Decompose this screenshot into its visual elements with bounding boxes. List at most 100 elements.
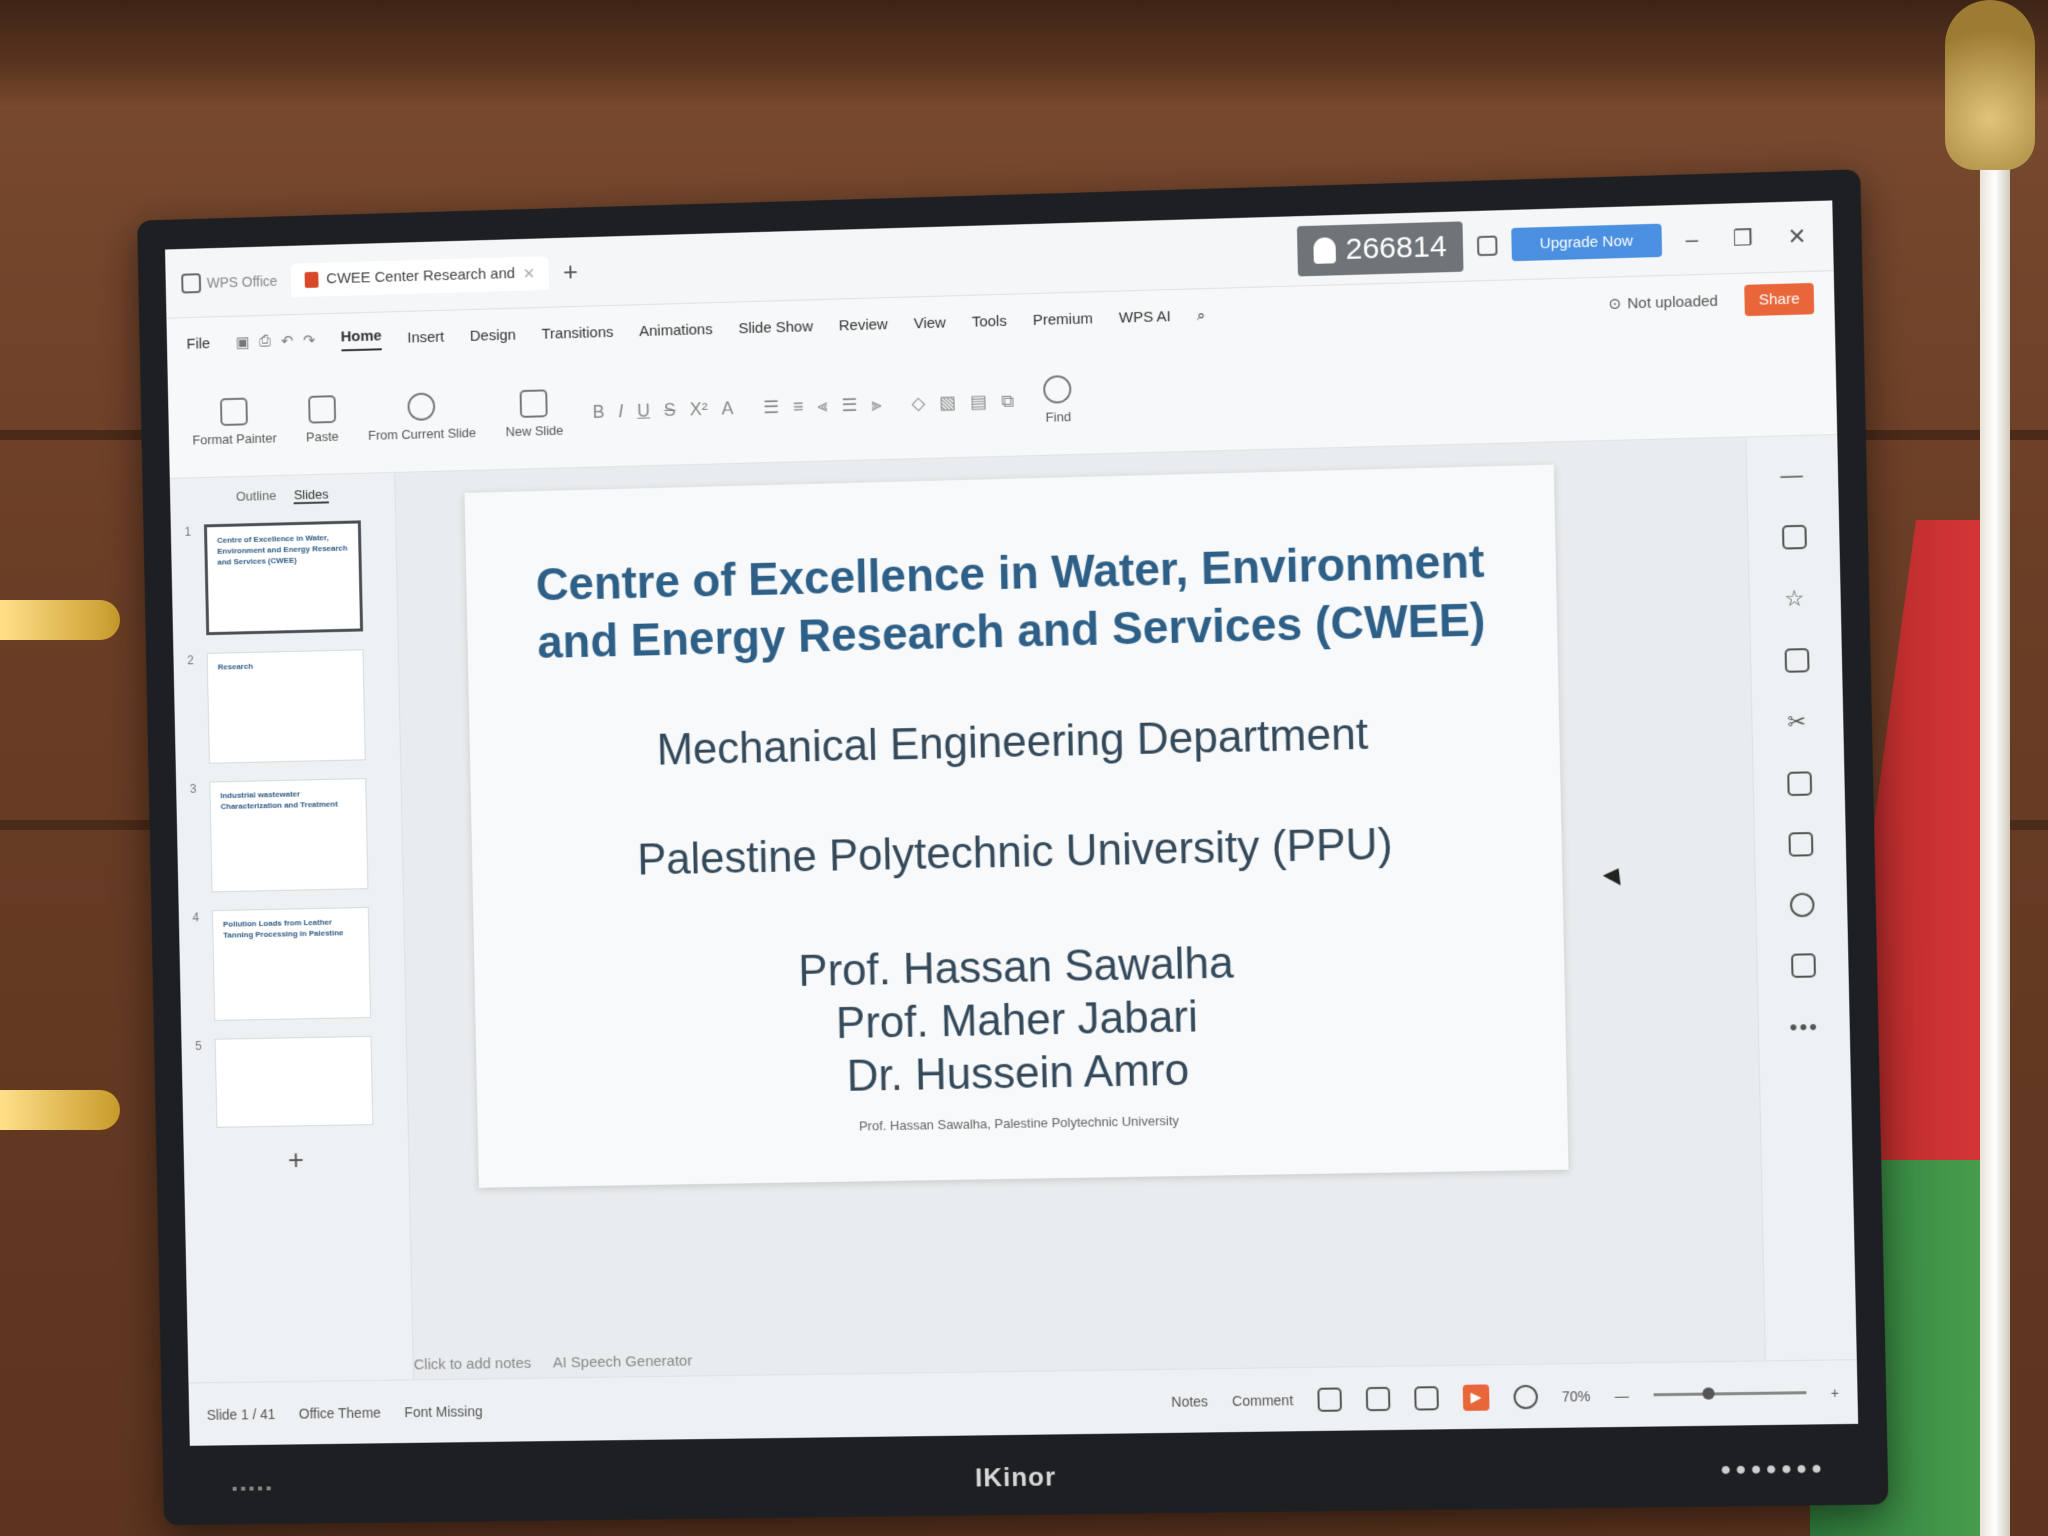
superscript-icon[interactable]: X² [689,399,707,420]
star-icon[interactable]: ☆ [1784,585,1807,612]
slide-thumbnail[interactable]: 5 [195,1035,394,1128]
font-missing-warning[interactable]: Font Missing [404,1403,482,1420]
format-painter-group[interactable]: Format Painter [192,397,277,448]
slide-canvas: Centre of Excellence in Water, Environme… [395,437,1765,1380]
file-menu[interactable]: File [186,335,210,352]
from-current-slide-label: From Current Slide [367,425,477,443]
underline-icon[interactable]: U [637,400,650,421]
wall-lamp [0,1090,120,1130]
align-center-icon[interactable]: ☰ [841,395,857,416]
flag-pole [1980,140,2010,1536]
bullets-icon[interactable]: ☰ [763,397,779,418]
theme-name[interactable]: Office Theme [299,1404,381,1421]
user-account[interactable]: 266814 [1296,220,1464,276]
upgrade-button[interactable]: Upgrade Now [1511,223,1662,262]
current-slide[interactable]: Centre of Excellence in Water, Environme… [464,464,1569,1188]
font-color-icon[interactable]: A [721,398,733,419]
menu-animations[interactable]: Animations [639,321,713,340]
slide-thumbnail[interactable]: 4 Pollution Loads from Leather Tanning P… [192,906,391,1022]
ai-speech-generator[interactable]: AI Speech Generator [553,1353,693,1372]
normal-view-icon[interactable] [1317,1386,1342,1412]
gift-icon[interactable] [1786,771,1812,797]
slideshow-play-icon[interactable]: ▶ [1462,1383,1490,1411]
wps-ai-button[interactable]: WPS AI [1119,308,1171,326]
reading-view-icon[interactable] [1413,1385,1439,1411]
tools-icon[interactable]: ✂ [1787,709,1808,736]
copy-icon[interactable] [1784,648,1810,673]
thumbnail-preview [214,1035,374,1128]
upload-icon: ⊙ [1608,295,1622,313]
tab-slides[interactable]: Slides [293,486,329,505]
arrange-icon[interactable]: ⧉ [1001,391,1014,412]
from-current-slide-button[interactable]: From Current Slide [367,391,476,443]
strikethrough-icon[interactable]: S [664,400,676,421]
notes-area[interactable]: Click to add notes AI Speech Generator [414,1353,693,1374]
zoom-out-icon[interactable]: — [1615,1387,1630,1403]
menu-view[interactable]: View [914,314,947,332]
paste-label: Paste [305,428,339,445]
picture-icon[interactable]: ▧ [939,392,956,413]
slide-university[interactable]: Palestine Polytechnic University (PPU) [472,816,1563,889]
play-icon [407,392,436,421]
app-tab[interactable]: WPS Office [181,270,278,294]
close-tab-icon[interactable]: ✕ [523,264,536,282]
new-tab-icon[interactable]: + [563,256,579,287]
italic-icon[interactable]: I [618,401,623,422]
document-tab[interactable]: CWEE Center Research and ✕ [290,255,550,297]
menu-review[interactable]: Review [839,316,888,334]
minimize-icon[interactable]: – [1675,226,1708,253]
add-slide-icon[interactable]: + [197,1143,395,1178]
undo-icon[interactable]: ↶ [281,332,294,350]
properties-icon[interactable] [1781,524,1807,550]
menu-slide-show[interactable]: Slide Show [738,318,813,337]
more-icon[interactable]: ••• [1789,1014,1819,1041]
menu-design[interactable]: Design [470,326,516,344]
slide-thumbnail[interactable]: 3 Industrial wastewater Characterization… [190,778,389,893]
collapse-icon[interactable]: — [1780,462,1805,489]
translate-icon[interactable] [1787,831,1813,857]
find-button[interactable]: Find [1043,375,1073,425]
redo-icon[interactable]: ↷ [303,331,316,349]
slide-sorter-icon[interactable] [1365,1386,1391,1411]
slide-department[interactable]: Mechanical Engineering Department [469,705,1559,779]
menu-tools[interactable]: Tools [972,312,1007,330]
menu-premium[interactable]: Premium [1033,310,1093,329]
comment-icon[interactable] [1790,953,1816,978]
zoom-slider[interactable] [1653,1387,1807,1400]
menu-insert[interactable]: Insert [407,328,444,346]
help-icon[interactable] [1789,892,1815,918]
shapes-icon[interactable]: ◇ [911,393,925,414]
cloud-status[interactable]: ⊙ Not uploaded [1608,292,1718,313]
comment-toggle[interactable]: Comment [1232,1392,1293,1409]
menu-transitions[interactable]: Transitions [541,323,613,342]
align-left-icon[interactable]: ⫷ [817,396,828,417]
bold-icon[interactable]: B [592,402,604,423]
align-right-icon[interactable]: ⫸ [871,394,882,415]
slide-title[interactable]: Centre of Excellence in Water, Environme… [466,531,1558,673]
new-slide-button[interactable]: New Slide [505,389,564,439]
slide-thumbnail[interactable]: 2 Research [187,649,386,764]
zoom-slider-handle[interactable] [1702,1387,1715,1400]
thumbnail-preview: Centre of Excellence in Water, Environme… [203,520,364,636]
window-icon[interactable] [1476,234,1498,256]
close-window-icon[interactable]: ✕ [1777,223,1817,250]
print-icon[interactable]: ⎙ [259,333,271,351]
restore-icon[interactable]: ❐ [1722,224,1763,251]
textbox-icon[interactable]: ▤ [970,391,987,412]
zoom-in-icon[interactable]: + [1831,1384,1840,1400]
save-icon[interactable]: ▣ [235,333,249,351]
notes-placeholder[interactable]: Click to add notes [414,1355,532,1374]
paste-group[interactable]: Paste [305,395,339,445]
slide-thumbnail[interactable]: 1 Centre of Excellence in Water, Environ… [184,520,383,636]
search-icon[interactable]: ⌕ [1197,307,1206,324]
notes-toggle[interactable]: Notes [1171,1393,1208,1410]
slide-authors[interactable]: Prof. Hassan Sawalha Prof. Maher Jabari … [474,931,1567,1110]
menu-home[interactable]: Home [340,326,383,351]
zoom-level[interactable]: 70% [1562,1388,1591,1405]
numbering-icon[interactable]: ≡ [793,396,804,417]
fit-window-icon[interactable] [1513,1384,1538,1409]
slide-number: 2 [187,653,194,668]
tab-outline[interactable]: Outline [236,488,277,506]
share-button[interactable]: Share [1744,282,1815,316]
thumbnail-text: Industrial wastewater Characterization a… [220,789,338,812]
